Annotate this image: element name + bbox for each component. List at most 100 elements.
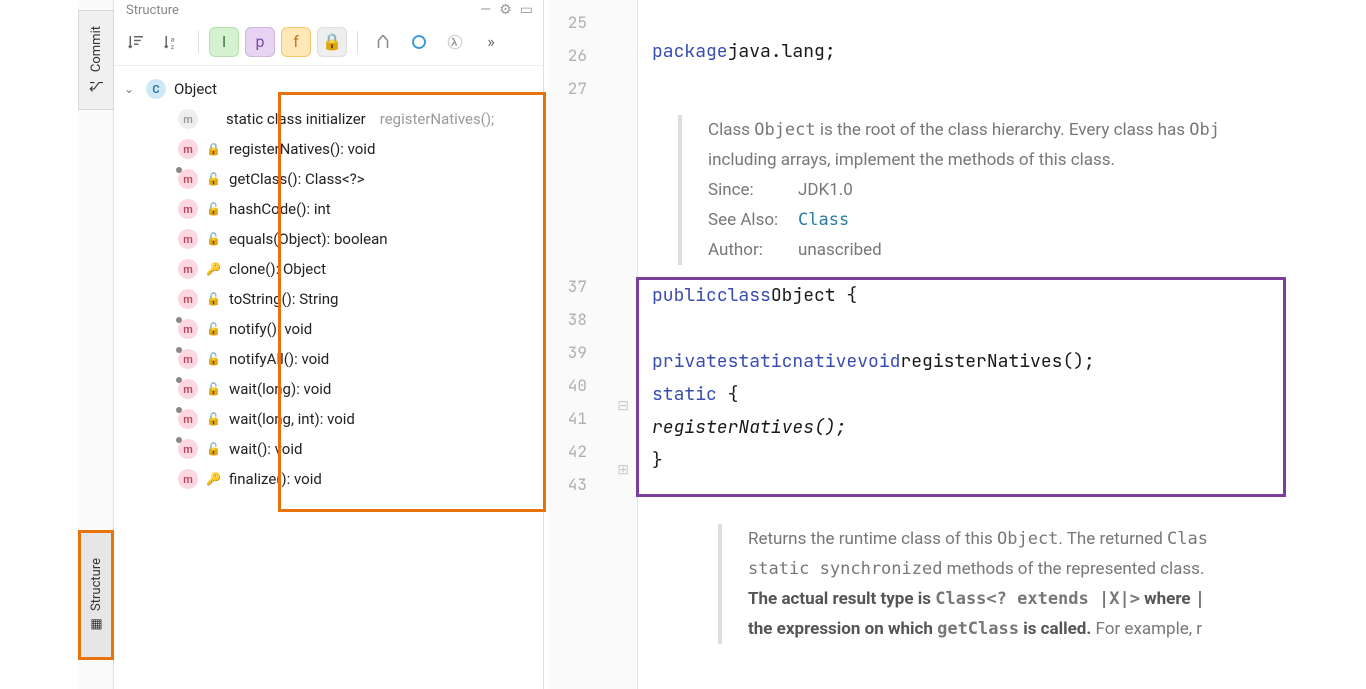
code-line: static { [638,378,1366,411]
tree-item-label: wait(): void [229,440,303,458]
code-line [638,477,1366,510]
public-icon: 🔓 [206,232,221,246]
method-icon: m [178,109,198,129]
show-nonpublic-button[interactable]: 🔒 [317,27,347,57]
toolbar-more-button[interactable]: » [476,27,506,57]
code-line [638,2,1366,35]
public-icon: 🔓 [206,442,221,456]
protected-icon: 🔑 [206,472,221,486]
gear-icon[interactable]: ⚙ [499,2,512,18]
method-icon: m [178,139,198,159]
tree-item-label: toString(): String [229,290,339,308]
structure-panel-title: Structure [126,3,179,18]
method-icon: m [178,289,198,309]
show-inherited-button[interactable] [368,27,398,57]
tree-item-label: clone(): Object [229,260,326,278]
tree-item[interactable]: m 🔓 notifyAll(): void [124,344,537,374]
tree-item[interactable]: m 🔓 notify(): void [124,314,537,344]
line-number: 26 [548,39,637,72]
method-icon: m [178,199,198,219]
code-line: public class Object { [638,279,1366,312]
code-line: registerNatives(); [638,411,1366,444]
structure-tab-label: Structure [89,558,104,611]
vcs-icon: ⎇ [89,79,104,94]
svg-text:z: z [171,42,175,50]
tree-item[interactable]: m🔑finalize(): void [124,464,537,494]
show-properties-button[interactable]: p [245,27,275,57]
commit-tab[interactable]: ⎇ Commit [78,10,114,110]
show-interfaces-button[interactable]: I [209,27,239,57]
line-number: 38 [548,303,637,336]
method-icon: m [178,259,198,279]
tree-item[interactable]: m 🔒 registerNatives(): void [124,134,537,164]
tree-item-label: getClass(): Class<?> [229,170,365,188]
public-icon: 🔓 [206,382,221,396]
method-icon: m [178,169,198,189]
line-number [548,171,637,204]
tree-item-label: equals(Object): boolean [229,230,388,248]
tree-item-label: registerNatives(): void [229,140,375,158]
code-editor[interactable]: package java.lang; Class Object is the r… [638,0,1366,689]
minimize-icon[interactable]: — [480,2,491,18]
public-icon: 🔓 [206,172,221,186]
lock-icon: 🔒 [206,142,221,156]
line-number [548,204,637,237]
javadoc-block: Class Object is the root of the class hi… [678,115,1366,265]
code-line [638,68,1366,101]
method-icon: m [178,379,198,399]
tree-item[interactable]: m 🔑 clone(): Object [124,254,537,284]
public-icon: 🔓 [206,352,221,366]
line-number: 27 [548,72,637,105]
code-line: } [638,444,1366,477]
method-icon: m [178,409,198,429]
tree-root-row[interactable]: ⌄ C Object [124,74,537,104]
public-icon: 🔓 [206,322,221,336]
tree-item-label: notifyAll(): void [229,350,329,368]
left-tool-rail: ⎇ Commit ▦ Structure [78,0,114,689]
tree-item[interactable]: m🔓hashCode(): int [124,194,537,224]
show-anonymous-button[interactable] [404,27,434,57]
tree-item[interactable]: m🔓toString(): String [124,284,537,314]
code-line: private static native void registerNativ… [638,345,1366,378]
method-icon: m [178,439,198,459]
protected-icon: 🔑 [206,262,221,276]
method-icon: m [178,469,198,489]
chevron-down-icon[interactable]: ⌄ [124,82,138,96]
structure-icon: ▦ [89,617,104,632]
tree-item-label: wait(long): void [229,380,331,398]
show-fields-button[interactable]: f [281,27,311,57]
tree-item-label: hashCode(): int [229,200,331,218]
public-icon: 🔓 [206,412,221,426]
line-number: 25 [548,6,637,39]
gutter-collapse-icon[interactable]: ⊟ [617,398,629,414]
tree-item[interactable]: m 🔓 getClass(): Class<?> [124,164,537,194]
class-icon: C [146,79,166,99]
tree-root-label: Object [174,80,217,98]
line-number: 37 [548,270,637,303]
code-line: package java.lang; [638,35,1366,68]
structure-tab[interactable]: ▦ Structure [78,530,114,660]
structure-panel: Structure — ⚙ ▭ az I p f 🔒 » ⌄ [114,0,544,689]
editor-gutter: 25262737383940414243 ⊟ ⊞ [548,0,638,689]
method-icon: m [178,229,198,249]
show-lambdas-button[interactable] [440,27,470,57]
structure-panel-header: Structure — ⚙ ▭ [114,0,543,18]
tree-item[interactable]: m 🔓 wait(long): void [124,374,537,404]
sort-by-type-button[interactable] [122,27,152,57]
line-number [548,138,637,171]
method-icon: m [178,349,198,369]
gutter-expand-icon[interactable]: ⊞ [617,462,629,478]
sort-alphabetically-button[interactable]: az [158,27,188,57]
tree-item-label: static class initializer [226,110,366,128]
tree-item-label: notify(): void [229,320,312,338]
line-number [548,237,637,270]
line-number [548,105,637,138]
method-icon: m [178,319,198,339]
tree-item[interactable]: m 🔓 equals(Object): boolean [124,224,537,254]
tree-item[interactable]: mstatic class initializerregisterNatives… [124,104,537,134]
tree-item[interactable]: m 🔓 wait(): void [124,434,537,464]
line-number: 39 [548,336,637,369]
javadoc-block: Returns the runtime class of this Object… [718,524,1366,644]
tree-item[interactable]: m🔓wait(long, int): void [124,404,537,434]
hide-icon[interactable]: ▭ [520,2,533,18]
